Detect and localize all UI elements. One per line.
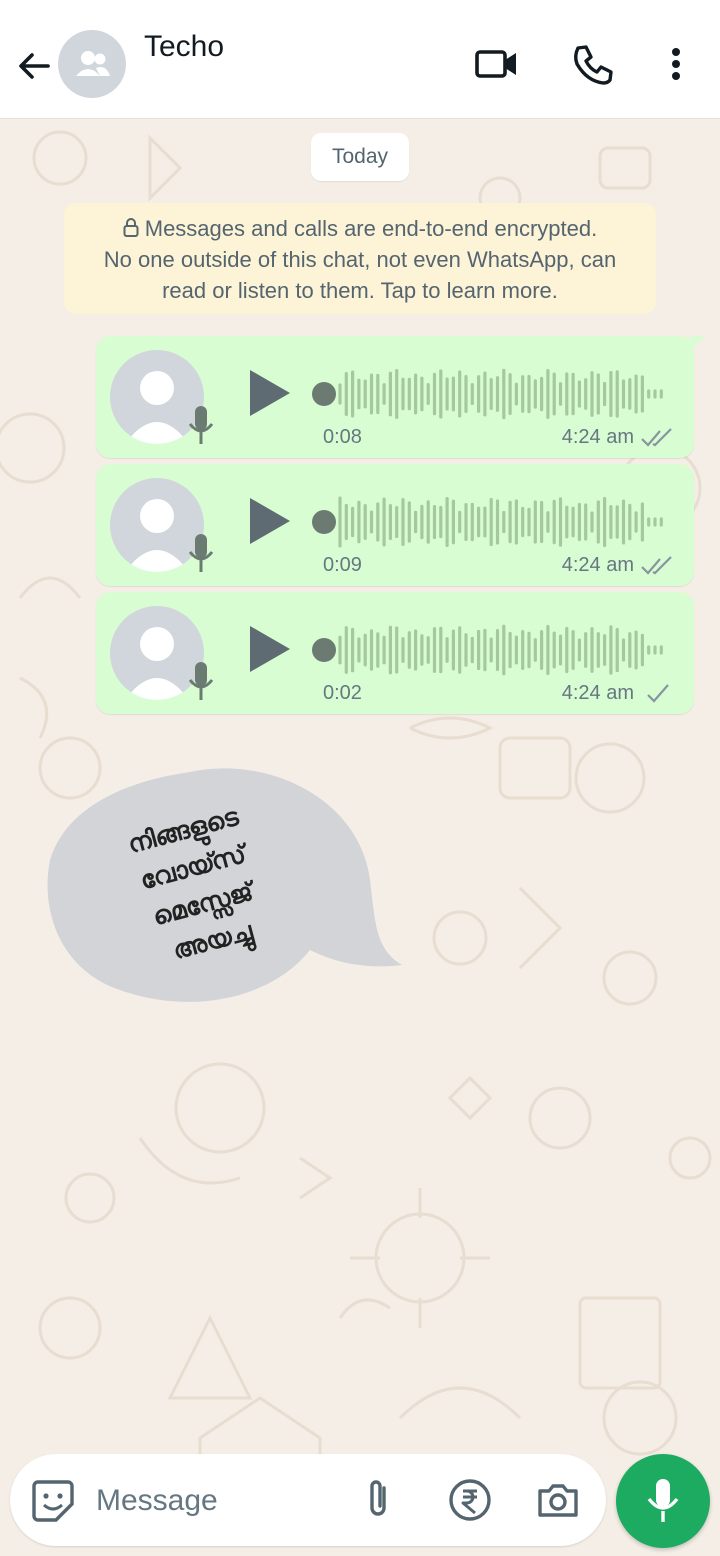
chat-header: Techo: [0, 0, 720, 118]
mic-icon: [188, 534, 214, 572]
voice-duration: 0:02: [323, 682, 362, 704]
double-check-icon: [641, 428, 672, 447]
message-input[interactable]: [94, 1474, 338, 1528]
voice-duration: 0:09: [323, 554, 362, 576]
play-icon[interactable]: [244, 364, 296, 422]
encryption-line-2: No one outside of this chat, not even Wh…: [103, 247, 617, 272]
lock-icon: [123, 218, 139, 237]
rupee-icon[interactable]: [446, 1476, 494, 1524]
group-icon: [76, 51, 110, 76]
waveform[interactable]: [336, 366, 666, 422]
mic-icon: [188, 662, 214, 700]
message-time: 4:24 am: [561, 426, 634, 448]
mic-icon: [647, 1479, 679, 1522]
phone-icon[interactable]: [568, 40, 616, 88]
check-icon: [647, 684, 669, 703]
paperclip-icon[interactable]: [354, 1476, 402, 1524]
message-composer: [10, 1454, 606, 1546]
message-time: 4:24 am: [561, 554, 634, 576]
camera-icon[interactable]: [534, 1476, 582, 1524]
waveform[interactable]: [336, 494, 666, 550]
play-icon[interactable]: [244, 620, 296, 678]
chat-title[interactable]: Techo: [144, 30, 224, 64]
date-divider: Today: [311, 133, 409, 181]
encryption-line-1: Messages and calls are end-to-end encryp…: [144, 216, 598, 241]
more-vert-icon[interactable]: [652, 40, 700, 88]
voice-message-bubble[interactable]: 0:09 4:24 am: [96, 464, 694, 586]
bubble-tail: [690, 336, 706, 350]
seek-handle[interactable]: [312, 510, 336, 534]
mic-icon: [188, 406, 214, 444]
play-icon[interactable]: [244, 492, 296, 550]
message-time: 4:24 am: [561, 682, 634, 704]
seek-handle[interactable]: [312, 382, 336, 406]
voice-message-bubble[interactable]: 0:02 4:24 am: [96, 592, 694, 714]
voice-message-bubble[interactable]: 0:08 4:24 am: [96, 336, 706, 458]
group-avatar[interactable]: [58, 30, 126, 98]
arrow-left-icon[interactable]: [12, 44, 56, 88]
video-call-icon[interactable]: [472, 40, 520, 88]
encryption-line-3: read or listen to them. Tap to learn mor…: [162, 278, 558, 303]
waveform[interactable]: [336, 622, 666, 678]
double-check-icon: [641, 556, 672, 575]
voice-duration: 0:08: [323, 426, 362, 448]
seek-handle[interactable]: [312, 638, 336, 662]
record-voice-button[interactable]: [616, 1454, 710, 1548]
sticker-icon[interactable]: [30, 1478, 76, 1524]
encryption-notice[interactable]: Messages and calls are end-to-end encryp…: [64, 203, 656, 314]
